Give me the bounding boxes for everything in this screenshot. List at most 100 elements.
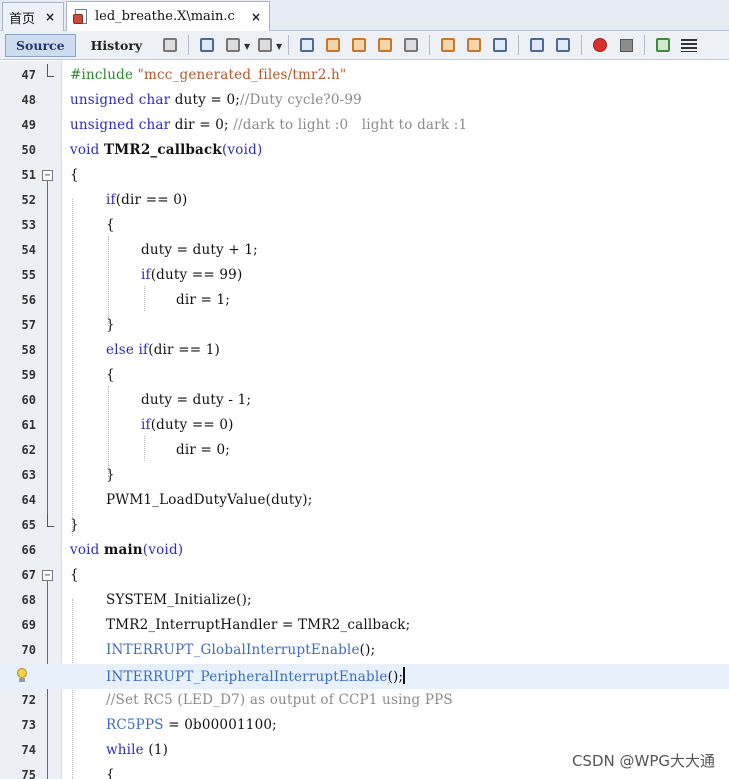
watermark: CSDN @WPG大大通	[571, 752, 715, 770]
code-line[interactable]: 63 }	[0, 464, 729, 489]
chevron-down-icon[interactable]: ▼	[244, 42, 250, 51]
toolbar-divider	[288, 35, 290, 55]
uncomment-icon[interactable]	[678, 34, 700, 56]
line-number: 74	[21, 743, 36, 757]
c-file-icon	[73, 8, 89, 26]
code-text: RC5PPS = 0b00001100;	[106, 717, 277, 733]
code-line[interactable]: 64 PWM1_LoadDutyValue(duty);	[0, 489, 729, 514]
code-line[interactable]: 56 dir = 1;	[0, 289, 729, 314]
find-prev-icon[interactable]	[322, 34, 344, 56]
code-line[interactable]: 68 SYSTEM_Initialize();	[0, 589, 729, 614]
lightbulb-hint-icon[interactable]	[16, 668, 28, 684]
code-line[interactable]: 55 if(duty == 99)	[0, 264, 729, 289]
code-text: unsigned char duty = 0;//Duty cycle?0-99	[70, 92, 362, 108]
code-text: }	[106, 467, 115, 483]
line-number: 64	[21, 493, 36, 507]
fold-toggle-icon[interactable]: −	[42, 570, 53, 581]
code-text: {	[106, 767, 115, 779]
toolbar-divider	[581, 35, 583, 55]
code-line[interactable]: 48 unsigned char duty = 0;//Duty cycle?0…	[0, 89, 729, 114]
nav-icon[interactable]: ▼	[254, 34, 282, 56]
comment-icon[interactable]	[652, 34, 674, 56]
code-text: void main(void)	[70, 542, 184, 558]
line-number: 62	[21, 443, 36, 457]
code-line[interactable]: 60 duty = duty - 1;	[0, 389, 729, 414]
next-bookmark-icon[interactable]	[463, 34, 485, 56]
close-icon[interactable]: ×	[43, 10, 57, 24]
line-number: 69	[21, 618, 36, 632]
code-line[interactable]: 61 if(duty == 0)	[0, 414, 729, 439]
back-icon[interactable]	[196, 34, 218, 56]
shift-right-icon[interactable]	[552, 34, 574, 56]
code-line[interactable]: 54 duty = duty + 1;	[0, 239, 729, 264]
code-line[interactable]: 62 dir = 0;	[0, 439, 729, 464]
last-edit-icon[interactable]	[159, 34, 181, 56]
code-line-current[interactable]: INTERRUPT_PeripheralInterruptEnable();	[0, 664, 729, 689]
shift-left-icon[interactable]	[526, 34, 548, 56]
code-line[interactable]: 50 void TMR2_callback(void)	[0, 139, 729, 164]
toggle-highlight-icon[interactable]	[374, 34, 396, 56]
code-text: INTERRUPT_GlobalInterruptEnable();	[106, 642, 376, 658]
line-number: 58	[21, 343, 36, 357]
line-number: 60	[21, 393, 36, 407]
line-number: 47	[21, 68, 36, 82]
fold-toggle-icon[interactable]: −	[42, 170, 53, 181]
line-number: 55	[21, 268, 36, 282]
line-number: 48	[21, 93, 36, 107]
code-text: }	[70, 517, 79, 533]
toggle-bookmark-icon[interactable]	[489, 34, 511, 56]
code-text: #include "mcc_generated_files/tmr2.h"	[70, 67, 347, 83]
find-next-icon[interactable]	[348, 34, 370, 56]
code-editor[interactable]: 47 #include "mcc_generated_files/tmr2.h"…	[0, 61, 729, 779]
code-line[interactable]: 69 TMR2_InterruptHandler = TMR2_callback…	[0, 614, 729, 639]
code-line[interactable]: 57 }	[0, 314, 729, 339]
search-icon[interactable]	[296, 34, 318, 56]
code-text: else if(dir == 1)	[106, 342, 220, 358]
code-line[interactable]: 49 unsigned char dir = 0; //dark to ligh…	[0, 114, 729, 139]
code-line[interactable]: 51 − {	[0, 164, 729, 189]
line-number: 54	[21, 243, 36, 257]
code-line[interactable]: 67 − {	[0, 564, 729, 589]
editor-tab-bar: 首页 × led_breathe.X\main.c ×	[0, 0, 729, 31]
code-line[interactable]: 66 void main(void)	[0, 539, 729, 564]
source-button[interactable]: Source	[5, 33, 76, 57]
code-line[interactable]: 52 if(dir == 0)	[0, 189, 729, 214]
tab-main-c[interactable]: led_breathe.X\main.c ×	[66, 1, 270, 31]
code-text: }	[106, 317, 115, 333]
line-number: 75	[21, 768, 36, 779]
record-macro-icon[interactable]	[589, 34, 611, 56]
stop-macro-icon[interactable]	[615, 34, 637, 56]
code-text: duty = duty + 1;	[141, 242, 258, 258]
text-caret	[403, 667, 406, 684]
line-number: 57	[21, 318, 36, 332]
forward-icon[interactable]: ▼	[222, 34, 250, 56]
code-line[interactable]: 59 {	[0, 364, 729, 389]
prev-bookmark-icon[interactable]	[437, 34, 459, 56]
line-number: 61	[21, 418, 36, 432]
code-text: TMR2_InterruptHandler = TMR2_callback;	[106, 617, 411, 633]
select-icon[interactable]	[400, 34, 422, 56]
code-line[interactable]: 65 }	[0, 514, 729, 539]
line-number: 70	[21, 643, 36, 657]
close-icon[interactable]: ×	[249, 10, 263, 24]
code-line[interactable]: 47 #include "mcc_generated_files/tmr2.h"	[0, 64, 729, 89]
line-number: 53	[21, 218, 36, 232]
code-line[interactable]: 73 RC5PPS = 0b00001100;	[0, 714, 729, 739]
code-line[interactable]: 53 {	[0, 214, 729, 239]
chevron-down-icon[interactable]: ▼	[276, 42, 282, 51]
tab-main-c-label: led_breathe.X\main.c	[95, 9, 235, 24]
code-text: PWM1_LoadDutyValue(duty);	[106, 492, 313, 508]
code-line[interactable]: 72 //Set RC5 (LED_D7) as output of CCP1 …	[0, 689, 729, 714]
code-line[interactable]: 70 INTERRUPT_GlobalInterruptEnable();	[0, 639, 729, 664]
tab-home[interactable]: 首页 ×	[2, 2, 64, 31]
code-line[interactable]: 58 else if(dir == 1)	[0, 339, 729, 364]
history-button[interactable]: History	[80, 34, 154, 57]
code-text: unsigned char dir = 0; //dark to light :…	[70, 117, 468, 133]
code-text: dir = 0;	[176, 442, 231, 458]
line-number: 56	[21, 293, 36, 307]
fold-end-marker	[47, 64, 54, 77]
code-text: {	[70, 167, 79, 183]
line-number: 49	[21, 118, 36, 132]
line-number: 65	[21, 518, 36, 532]
line-number: 51	[21, 168, 36, 182]
